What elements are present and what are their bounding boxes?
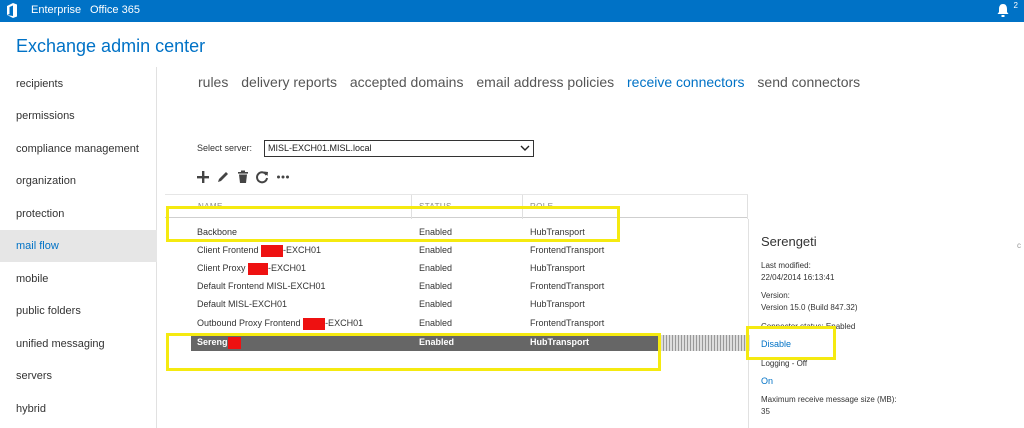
cell-role: HubTransport [530, 299, 585, 309]
sidebar-item-servers[interactable]: servers [0, 360, 157, 392]
sidebar-item-mail-flow[interactable]: mail flow [0, 230, 157, 262]
sidebar-item-recipients[interactable]: recipients [0, 68, 157, 100]
redaction-mark [303, 317, 326, 330]
scroll-splitter[interactable] [660, 335, 750, 351]
top-bar: Enterprise Office 365 2 [0, 0, 1024, 22]
cell-role: FrontendTransport [530, 245, 605, 255]
table-row[interactable]: Default Frontend MISL-EXCH01 Enabled Fro… [165, 277, 748, 295]
sidebar-item-hybrid[interactable]: hybrid [0, 393, 157, 425]
table-row[interactable]: Client Proxy -EXCH01 Enabled HubTranspor… [165, 259, 748, 277]
tab-delivery-reports[interactable]: delivery reports [241, 74, 337, 90]
details-pane: Serengeti c Last modified: 22/04/2014 16… [748, 219, 1024, 428]
max-size-value: 35 [761, 407, 770, 416]
more-options-icon[interactable] [276, 170, 290, 184]
last-modified-value: 22/04/2014 16:13:41 [761, 273, 835, 282]
server-select[interactable]: MISL-EXCH01.MISL.local [264, 140, 534, 157]
cell-name: Default MISL-EXCH01 [197, 299, 288, 309]
cell-role: FrontendTransport [530, 318, 605, 328]
column-divider [747, 195, 748, 219]
logging-label: Logging - Off [761, 359, 808, 368]
edit-pencil-icon[interactable] [216, 170, 230, 184]
tab-accepted-domains[interactable]: accepted domains [350, 74, 464, 90]
last-modified-label: Last modified: [761, 261, 811, 270]
details-scroll-indicator: c [1017, 241, 1021, 250]
highlight-box [166, 206, 620, 242]
table-row[interactable]: Default MISL-EXCH01 Enabled HubTransport [165, 295, 748, 313]
max-size-label: Maximum receive message size (MB): [761, 395, 897, 404]
cell-status: Enabled [419, 281, 453, 291]
refresh-icon[interactable] [255, 170, 269, 184]
cell-status: Enabled [419, 263, 453, 273]
sidebar-item-unified-messaging[interactable]: unified messaging [0, 328, 157, 360]
cell-role: FrontendTransport [530, 281, 605, 291]
app-title: Exchange admin center [16, 36, 206, 56]
delete-trash-icon[interactable] [236, 170, 250, 184]
server-select-value: MISL-EXCH01.MISL.local [268, 143, 372, 153]
highlight-box [746, 326, 836, 360]
tab-rules[interactable]: rules [198, 74, 228, 90]
logging-on-link[interactable]: On [761, 376, 773, 386]
sidebar-item-compliance-management[interactable]: compliance management [0, 133, 157, 165]
select-server-label: Select server: [197, 143, 253, 153]
sidebar-item-public-folders[interactable]: public folders [0, 295, 157, 327]
enterprise-link[interactable]: Enterprise [31, 4, 81, 16]
chevron-down-icon [520, 145, 530, 151]
cell-role: HubTransport [530, 263, 585, 273]
redaction-mark [248, 262, 269, 275]
tab-email-address-policies[interactable]: email address policies [476, 74, 614, 90]
cell-name: Default Frontend MISL-EXCH01 [197, 281, 326, 291]
table-row[interactable]: Client Frontend -EXCH01 Enabled Frontend… [165, 241, 748, 259]
cell-status: Enabled [419, 318, 453, 328]
office365-link[interactable]: Office 365 [90, 4, 140, 16]
sidebar: recipients permissions compliance manage… [0, 67, 157, 428]
highlight-box [166, 333, 661, 371]
sidebar-item-organization[interactable]: organization [0, 165, 157, 197]
cell-status: Enabled [419, 299, 453, 309]
notification-count: 2 [1013, 1, 1018, 10]
details-title: Serengeti [761, 234, 817, 249]
table-row[interactable]: Outbound Proxy Frontend -EXCH01 Enabled … [165, 314, 748, 332]
tab-receive-connectors[interactable]: receive connectors [627, 74, 745, 90]
cell-name: Client Proxy -EXCH01 [197, 262, 307, 275]
notification-bell-icon[interactable] [996, 3, 1010, 18]
tab-send-connectors[interactable]: send connectors [757, 74, 860, 90]
cell-status: Enabled [419, 245, 453, 255]
sidebar-item-permissions[interactable]: permissions [0, 100, 157, 132]
version-value: Version 15.0 (Build 847.32) [761, 303, 858, 312]
version-label: Version: [761, 291, 790, 300]
cell-name: Client Frontend -EXCH01 [197, 244, 322, 257]
sidebar-item-mobile[interactable]: mobile [0, 263, 157, 295]
sidebar-item-protection[interactable]: protection [0, 198, 157, 230]
redaction-mark [261, 244, 284, 257]
cell-name: Outbound Proxy Frontend -EXCH01 [197, 317, 364, 330]
add-icon[interactable] [196, 170, 210, 184]
office-logo-icon[interactable] [6, 3, 18, 18]
tab-bar: rules delivery reports accepted domains … [198, 74, 869, 90]
